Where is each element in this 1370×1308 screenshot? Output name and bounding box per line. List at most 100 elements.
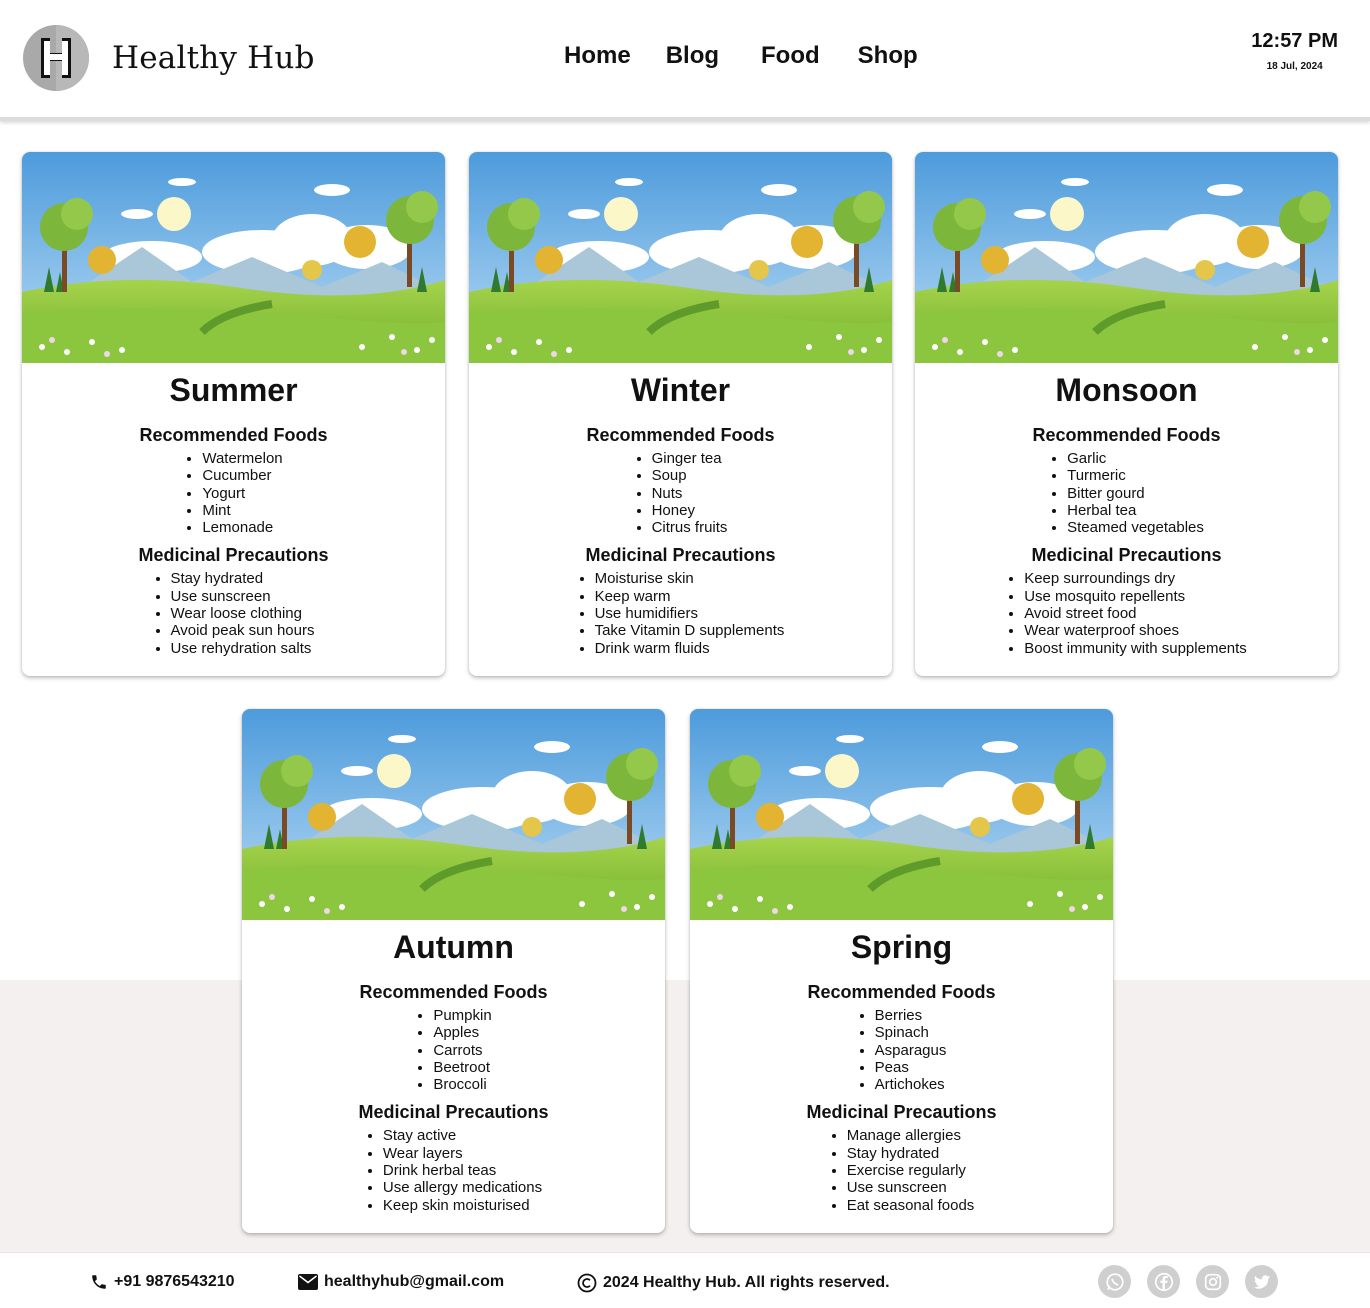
clock-time: 12:57 PM <box>1251 30 1338 52</box>
list-item: Wear loose clothing <box>171 605 315 622</box>
email-address: healthyhub@gmail.com <box>324 1273 505 1290</box>
recommended-foods-heading: Recommended Foods <box>1032 425 1221 445</box>
recommended-foods-heading: Recommended Foods <box>586 425 775 445</box>
whatsapp-icon[interactable] <box>1098 1265 1131 1298</box>
list-item: Cucumber <box>202 467 282 484</box>
recommended-foods-heading: Recommended Foods <box>807 982 996 1002</box>
season-title: Winter <box>630 372 731 408</box>
recommended-foods-list: Watermelon Cucumber Yogurt Mint Lemonade <box>184 450 282 536</box>
copyright-icon <box>577 1273 597 1293</box>
list-item: Ginger tea <box>652 450 728 467</box>
season-title: Summer <box>169 372 298 408</box>
nav-blog[interactable]: Blog <box>666 42 719 70</box>
landscape-image <box>22 152 445 363</box>
medicinal-precautions-heading: Medicinal Precautions <box>358 1102 549 1123</box>
list-item: Stay hydrated <box>847 1145 975 1162</box>
landscape-image <box>469 152 892 363</box>
season-card-summer: Summer Recommended Foods Watermelon Cucu… <box>22 152 445 676</box>
nav-shop[interactable]: Shop <box>858 42 918 70</box>
phone-number: +91 9876543210 <box>114 1273 235 1290</box>
list-item: Apples <box>433 1024 491 1041</box>
medicinal-precautions-heading: Medicinal Precautions <box>138 545 329 566</box>
recommended-foods-heading: Recommended Foods <box>359 982 548 1002</box>
medicinal-precautions-heading: Medicinal Precautions <box>806 1102 997 1123</box>
season-card-monsoon: Monsoon Recommended Foods Garlic Turmeri… <box>915 152 1338 676</box>
page-lower-background <box>0 980 1370 1252</box>
clock: 12:57 PM 18 Jul, 2024 <box>1251 30 1338 72</box>
list-item: Use allergy medications <box>383 1179 542 1196</box>
list-item: Use sunscreen <box>171 588 315 605</box>
nav-home[interactable]: Home <box>564 42 631 70</box>
list-item: Stay hydrated <box>171 570 315 587</box>
phone-icon <box>92 1275 106 1289</box>
list-item: Use sunscreen <box>847 1179 975 1196</box>
footer-email[interactable]: healthyhub@gmail.com <box>298 1273 504 1291</box>
list-item: Lemonade <box>202 519 282 536</box>
precautions-list: Manage allergies Stay hydrated Exercise … <box>829 1127 975 1213</box>
social-links <box>1098 1265 1294 1298</box>
main-nav: Home Blog Food Shop <box>564 42 953 70</box>
list-item: Keep surroundings dry <box>1024 570 1247 587</box>
list-item: Keep warm <box>595 588 785 605</box>
list-item: Berries <box>875 1007 947 1024</box>
healthy-hub-logo-icon[interactable] <box>22 24 90 92</box>
instagram-icon[interactable] <box>1196 1265 1229 1298</box>
list-item: Keep skin moisturised <box>383 1197 542 1214</box>
list-item: Spinach <box>875 1024 947 1041</box>
season-title: Autumn <box>393 929 514 965</box>
copyright-text: 2024 Healthy Hub. All rights reserved. <box>603 1274 890 1291</box>
facebook-icon[interactable] <box>1147 1265 1180 1298</box>
recommended-foods-heading: Recommended Foods <box>139 425 328 445</box>
list-item: Watermelon <box>202 450 282 467</box>
recommended-foods-list: Pumpkin Apples Carrots Beetroot Broccoli <box>415 1007 491 1093</box>
list-item: Bitter gourd <box>1067 485 1204 502</box>
season-title: Spring <box>850 929 953 965</box>
list-item: Take Vitamin D supplements <box>595 622 785 639</box>
recommended-foods-list: Ginger tea Soup Nuts Honey Citrus fruits <box>634 450 728 536</box>
season-card-autumn: Autumn Recommended Foods Pumpkin Apples … <box>242 709 665 1233</box>
list-item: Citrus fruits <box>652 519 728 536</box>
landscape-image <box>242 709 665 920</box>
list-item: Steamed vegetables <box>1067 519 1204 536</box>
precautions-list: Stay hydrated Use sunscreen Wear loose c… <box>153 570 315 656</box>
list-item: Turmeric <box>1067 467 1204 484</box>
recommended-foods-list: Berries Spinach Asparagus Peas Artichoke… <box>857 1007 947 1093</box>
list-item: Wear waterproof shoes <box>1024 622 1247 639</box>
landscape-image <box>915 152 1338 363</box>
medicinal-precautions-heading: Medicinal Precautions <box>1031 545 1222 566</box>
list-item: Peas <box>875 1059 947 1076</box>
site-header: Healthy Hub Home Blog Food Shop 12:57 PM… <box>0 0 1370 118</box>
list-item: Asparagus <box>875 1042 947 1059</box>
list-item: Drink herbal teas <box>383 1162 542 1179</box>
season-card-spring: Spring Recommended Foods Berries Spinach… <box>690 709 1113 1233</box>
mail-icon <box>298 1274 318 1290</box>
medicinal-precautions-heading: Medicinal Precautions <box>585 545 776 566</box>
clock-date: 18 Jul, 2024 <box>1266 61 1323 72</box>
list-item: Exercise regularly <box>847 1162 975 1179</box>
list-item: Stay active <box>383 1127 542 1144</box>
landscape-image <box>690 709 1113 920</box>
list-item: Artichokes <box>875 1076 947 1093</box>
list-item: Wear layers <box>383 1145 542 1162</box>
footer-copyright: 2024 Healthy Hub. All rights reserved. <box>577 1273 890 1293</box>
list-item: Beetroot <box>433 1059 491 1076</box>
recommended-foods-list: Garlic Turmeric Bitter gourd Herbal tea … <box>1049 450 1204 536</box>
nav-food[interactable]: Food <box>761 42 820 70</box>
list-item: Manage allergies <box>847 1127 975 1144</box>
list-item: Mint <box>202 502 282 519</box>
precautions-list: Keep surroundings dry Use mosquito repel… <box>1006 570 1247 656</box>
list-item: Yogurt <box>202 485 282 502</box>
list-item: Use humidifiers <box>595 605 785 622</box>
list-item: Avoid street food <box>1024 605 1247 622</box>
footer-phone[interactable]: +91 9876543210 <box>90 1273 235 1291</box>
list-item: Soup <box>652 467 728 484</box>
twitter-icon[interactable] <box>1245 1265 1278 1298</box>
list-item: Nuts <box>652 485 728 502</box>
brand-name[interactable]: Healthy Hub <box>112 40 315 76</box>
list-item: Pumpkin <box>433 1007 491 1024</box>
list-item: Moisturise skin <box>595 570 785 587</box>
list-item: Use mosquito repellents <box>1024 588 1247 605</box>
header-divider <box>0 117 1370 121</box>
list-item: Boost immunity with supplements <box>1024 640 1247 657</box>
list-item: Honey <box>652 502 728 519</box>
